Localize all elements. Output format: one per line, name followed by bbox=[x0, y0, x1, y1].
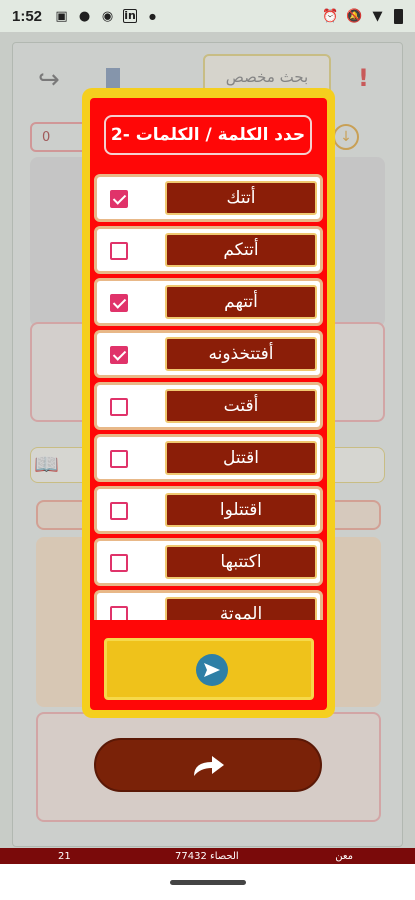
word-label[interactable]: اكتتبها bbox=[165, 545, 317, 579]
wifi-icon: ▼ bbox=[372, 8, 383, 24]
checkbox[interactable] bbox=[110, 190, 128, 208]
checkbox[interactable] bbox=[110, 242, 128, 260]
word-select-dialog: 2- حدد الكلمة / الكلمات أتتك أتتكم أتتهم… bbox=[82, 88, 335, 718]
list-item[interactable]: اقتتل bbox=[94, 434, 323, 482]
redo-button[interactable] bbox=[94, 738, 322, 792]
dialog-title: 2- حدد الكلمة / الكلمات bbox=[104, 115, 312, 155]
list-item[interactable]: أقتت bbox=[94, 382, 323, 430]
bottom-right-value: معن bbox=[335, 850, 353, 862]
alarm-icon: ⏰ bbox=[322, 8, 339, 24]
list-item[interactable]: الموتة bbox=[94, 590, 323, 620]
media-icon: ◉ bbox=[101, 8, 114, 24]
checkbox[interactable] bbox=[110, 502, 128, 520]
word-label[interactable]: اقتتل bbox=[165, 441, 317, 475]
navigation-bar bbox=[0, 864, 415, 900]
checkbox[interactable] bbox=[110, 398, 128, 416]
word-label[interactable]: أتتهم bbox=[165, 285, 317, 319]
list-item[interactable]: اكتتبها bbox=[94, 538, 323, 586]
checkbox[interactable] bbox=[110, 450, 128, 468]
mute-icon: 🔕 bbox=[346, 8, 363, 24]
system-icons: ⏰ 🔕 ▼ bbox=[322, 8, 403, 24]
list-item[interactable]: اقتتلوا bbox=[94, 486, 323, 534]
checkbox[interactable] bbox=[110, 346, 128, 364]
dot-icon: ● bbox=[149, 11, 157, 21]
list-item[interactable]: أتتك bbox=[94, 174, 323, 222]
bottom-mid-value: 77432 الحصاء bbox=[175, 850, 239, 862]
list-item[interactable]: أفتتخذونه bbox=[94, 330, 323, 378]
bottom-left-value: 21 bbox=[58, 850, 71, 862]
checkbox[interactable] bbox=[110, 606, 128, 620]
status-time: 1:52 bbox=[12, 7, 43, 25]
bottom-status-strip: 21 77432 الحصاء معن bbox=[0, 848, 415, 864]
home-gesture-handle[interactable] bbox=[170, 880, 246, 885]
send-button[interactable] bbox=[104, 638, 314, 700]
redo-arrow-icon bbox=[194, 756, 224, 776]
word-label[interactable]: أتتكم bbox=[165, 233, 317, 267]
list-item[interactable]: أتتكم bbox=[94, 226, 323, 274]
notification-icons: ▣ ● ◉ in ● bbox=[54, 9, 160, 24]
word-list[interactable]: أتتك أتتكم أتتهم أفتتخذونه أقتت اقتتل اق… bbox=[94, 174, 323, 620]
list-item[interactable]: أتتهم bbox=[94, 278, 323, 326]
battery-icon bbox=[394, 8, 403, 24]
twitch-icon: ▣ bbox=[55, 8, 68, 24]
dialog-body: 2- حدد الكلمة / الكلمات أتتك أتتكم أتتهم… bbox=[90, 98, 327, 710]
word-label[interactable]: أتتك bbox=[165, 181, 317, 215]
word-label[interactable]: الموتة bbox=[165, 597, 317, 620]
send-icon bbox=[196, 654, 228, 686]
checkbox[interactable] bbox=[110, 294, 128, 312]
checkbox[interactable] bbox=[110, 554, 128, 572]
word-label[interactable]: أفتتخذونه bbox=[165, 337, 317, 371]
linkedin-icon: in bbox=[123, 9, 138, 23]
status-bar: 1:52 ▣ ● ◉ in ● ⏰ 🔕 ▼ bbox=[0, 0, 415, 32]
word-label[interactable]: اقتتلوا bbox=[165, 493, 317, 527]
word-label[interactable]: أقتت bbox=[165, 389, 317, 423]
circle-icon: ● bbox=[78, 8, 91, 24]
